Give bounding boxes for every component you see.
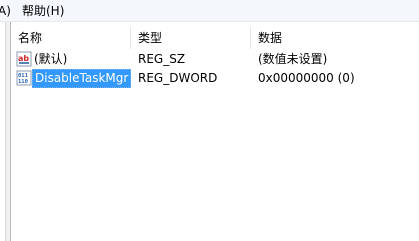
menu-item-partial[interactable]: A) <box>0 4 11 18</box>
value-data: (数值未设置) <box>258 52 328 66</box>
value-name: (默认) <box>34 52 68 66</box>
binary-value-icon: 011 110 <box>16 70 32 86</box>
string-value-icon: ab <box>16 51 32 67</box>
column-header-name[interactable]: 名称 <box>11 27 131 49</box>
column-header-data-label: 数据 <box>258 31 283 45</box>
menu-bar: A) 帮助(H) <box>0 0 419 22</box>
column-header-type-label: 类型 <box>138 31 163 45</box>
column-header-type[interactable]: 类型 <box>131 27 251 49</box>
svg-text:110: 110 <box>18 79 28 85</box>
column-header-name-label: 名称 <box>18 31 43 45</box>
svg-text:ab: ab <box>18 54 29 63</box>
value-name-selected[interactable]: DisableTaskMgr <box>32 69 132 88</box>
column-header-data[interactable]: 数据 <box>251 27 419 49</box>
list-item[interactable]: ab (默认) REG_SZ (数值未设置) <box>11 50 419 69</box>
value-type: REG_SZ <box>138 52 186 66</box>
list-item-selected[interactable]: 011 110 DisableTaskMgr REG_DWORD 0x00000… <box>11 69 419 88</box>
menu-item-help[interactable]: 帮助(H) <box>22 4 64 18</box>
value-data: 0x00000000 (0) <box>258 71 355 85</box>
values-list[interactable]: 名称 类型 数据 ab (默认) REG_SZ (数值未设置) 011 110 … <box>11 22 419 241</box>
value-type: REG_DWORD <box>138 71 218 85</box>
